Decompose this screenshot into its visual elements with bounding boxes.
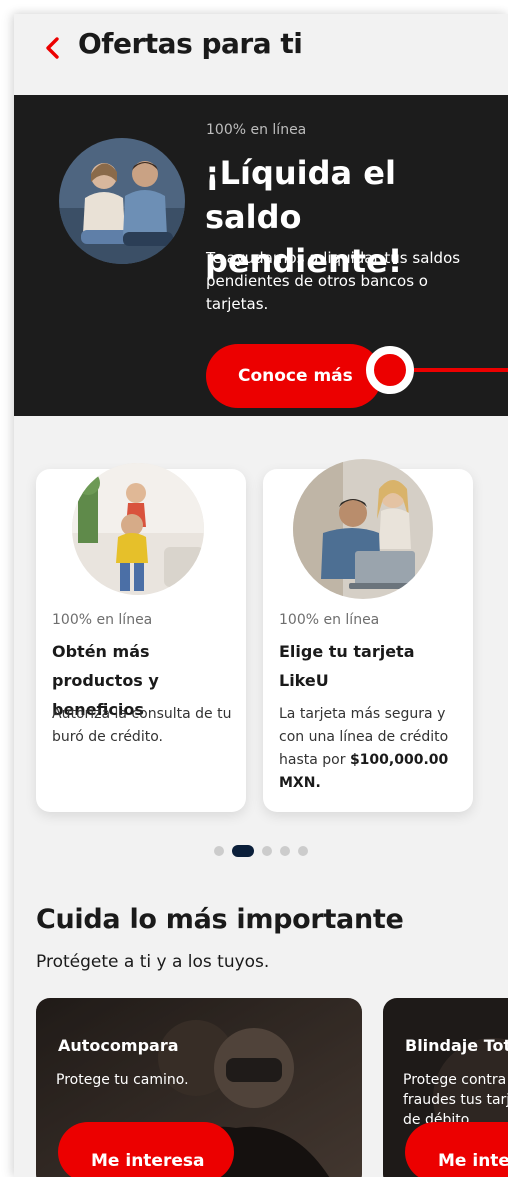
carousel-dot[interactable] [280, 846, 290, 856]
carousel-pagination [214, 845, 308, 857]
section-title: Cuida lo más importante [36, 904, 404, 935]
carousel-dot[interactable] [262, 846, 272, 856]
insurance-description: Protege tu camino. [56, 1072, 189, 1088]
offer-description: Autoriza la consulta de tu buró de crédi… [52, 706, 232, 745]
carousel-dot[interactable] [298, 846, 308, 856]
insurance-description: Protege contra fraudes tus tarjetas de d… [403, 1072, 508, 1128]
offer-title: Elige tu tarjeta LikeU [279, 642, 415, 690]
chevron-left-icon [46, 37, 59, 59]
back-button[interactable] [40, 35, 66, 61]
page-title: Ofertas para ti [78, 27, 303, 60]
offer-card[interactable]: 100% en línea Elige tu tarjeta LikeU La … [263, 459, 473, 812]
app-screen: Ofertas para ti 100% en línea ¡Líquida e… [14, 14, 508, 1177]
insurance-card[interactable]: Blindaje Total Protege contra fraudes tu… [383, 998, 508, 1177]
carousel-dot-active[interactable] [232, 845, 254, 857]
hero-banner: 100% en línea ¡Líquida el saldo pendient… [14, 95, 508, 416]
tour-highlight-marker [366, 346, 414, 394]
carousel-dot[interactable] [214, 846, 224, 856]
top-bar: Ofertas para ti [14, 14, 508, 95]
hero-description: Te ayudamos a liquidar tus saldos pendie… [206, 249, 461, 313]
hero-tag: 100% en línea [206, 122, 307, 138]
interested-button[interactable]: Me interesa [405, 1122, 508, 1177]
learn-more-button[interactable]: Conoce más [206, 344, 382, 408]
offer-card[interactable]: 100% en línea Obtén más productos y bene… [36, 463, 246, 812]
insurance-title: Blindaje Total [405, 1036, 508, 1055]
hero-couple-photo [59, 138, 185, 264]
section-subtitle: Protégete a ti y a los tuyos. [36, 952, 270, 972]
insurance-card[interactable]: Autocompara Protege tu camino. Me intere… [36, 998, 362, 1177]
family-photo [72, 463, 204, 595]
interested-button[interactable]: Me interesa [58, 1122, 234, 1177]
offer-tag: 100% en línea [52, 612, 153, 628]
tour-pointer-line [414, 368, 508, 372]
offer-tag: 100% en línea [279, 612, 380, 628]
offer-description: La tarjeta más segura y con una línea de… [279, 706, 449, 791]
insurance-title: Autocompara [58, 1036, 179, 1055]
laptop-couple-photo [293, 459, 433, 599]
